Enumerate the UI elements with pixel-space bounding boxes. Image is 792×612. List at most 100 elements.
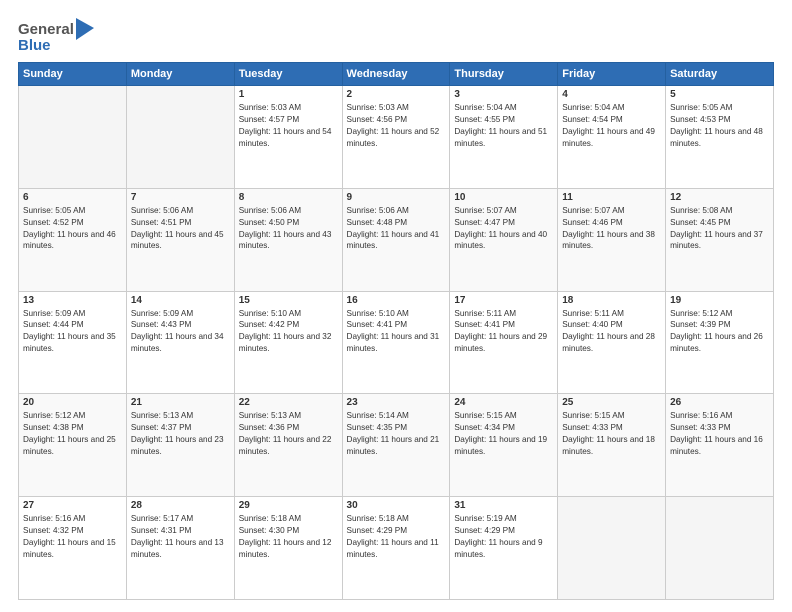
calendar-cell: 2 Sunrise: 5:03 AM Sunset: 4:56 PM Daylig… [342, 86, 450, 189]
day-info: Sunrise: 5:18 AM Sunset: 4:29 PM Dayligh… [347, 513, 446, 561]
calendar-cell: 21Sunrise: 5:13 AM Sunset: 4:37 PM Dayli… [126, 394, 234, 497]
calendar-week-row: 6Sunrise: 5:05 AM Sunset: 4:52 PM Daylig… [19, 188, 774, 291]
calendar-cell: 25 Sunrise: 5:15 AM Sunset: 4:33 PM Dayli… [558, 394, 666, 497]
day-number: 18 [562, 295, 661, 306]
day-info: Sunrise: 5:09 AM Sunset: 4:44 PM Dayligh… [23, 308, 122, 356]
day-info: Sunrise: 5:05 AM Sunset: 4:53 PM Dayligh… [670, 102, 769, 150]
day-info: Sunrise: 5:12 AM Sunset: 4:39 PM Dayligh… [670, 308, 769, 356]
calendar-cell [19, 86, 127, 189]
calendar-cell: 18 Sunrise: 5:11 AM Sunset: 4:40 PM Dayli… [558, 291, 666, 394]
calendar-cell: 8 Sunrise: 5:06 AM Sunset: 4:50 PM Daylig… [234, 188, 342, 291]
weekday-header: Thursday [450, 63, 558, 86]
calendar-cell: 17Sunrise: 5:11 AM Sunset: 4:41 PM Dayli… [450, 291, 558, 394]
day-number: 25 [562, 397, 661, 408]
calendar-cell: 14 Sunrise: 5:09 AM Sunset: 4:43 PM Dayli… [126, 291, 234, 394]
day-number: 5 [670, 89, 769, 100]
calendar-cell: 11Sunrise: 5:07 AM Sunset: 4:46 PM Dayli… [558, 188, 666, 291]
calendar-week-row: 27 Sunrise: 5:16 AM Sunset: 4:32 PM Dayli… [19, 497, 774, 600]
day-number: 27 [23, 500, 122, 511]
day-info: Sunrise: 5:10 AM Sunset: 4:41 PM Dayligh… [347, 308, 446, 356]
day-info: Sunrise: 5:14 AM Sunset: 4:35 PM Dayligh… [347, 410, 446, 458]
calendar-week-row: 13 Sunrise: 5:09 AM Sunset: 4:44 PM Dayli… [19, 291, 774, 394]
calendar-cell: 4 Sunrise: 5:04 AM Sunset: 4:54 PM Daylig… [558, 86, 666, 189]
day-info: Sunrise: 5:08 AM Sunset: 4:45 PM Dayligh… [670, 205, 769, 253]
day-number: 17 [454, 295, 553, 306]
day-info: Sunrise: 5:09 AM Sunset: 4:43 PM Dayligh… [131, 308, 230, 356]
day-number: 29 [239, 500, 338, 511]
day-info: Sunrise: 5:06 AM Sunset: 4:51 PM Dayligh… [131, 205, 230, 253]
day-info: Sunrise: 5:06 AM Sunset: 4:50 PM Dayligh… [239, 205, 338, 253]
calendar-cell: 7 Sunrise: 5:06 AM Sunset: 4:51 PM Daylig… [126, 188, 234, 291]
calendar-cell: 3 Sunrise: 5:04 AM Sunset: 4:55 PM Daylig… [450, 86, 558, 189]
calendar-cell: 30 Sunrise: 5:18 AM Sunset: 4:29 PM Dayli… [342, 497, 450, 600]
day-number: 4 [562, 89, 661, 100]
calendar-cell: 26 Sunrise: 5:16 AM Sunset: 4:33 PM Dayli… [666, 394, 774, 497]
calendar-cell: 6Sunrise: 5:05 AM Sunset: 4:52 PM Daylig… [19, 188, 127, 291]
logo-triangle-icon [76, 18, 94, 40]
page: General Blue SundayMondayTuesdayWednesda… [0, 0, 792, 612]
day-info: Sunrise: 5:07 AM Sunset: 4:47 PM Dayligh… [454, 205, 553, 253]
day-info: Sunrise: 5:13 AM Sunset: 4:36 PM Dayligh… [239, 410, 338, 458]
day-info: Sunrise: 5:04 AM Sunset: 4:55 PM Dayligh… [454, 102, 553, 150]
day-info: Sunrise: 5:11 AM Sunset: 4:40 PM Dayligh… [562, 308, 661, 356]
calendar-cell: 20 Sunrise: 5:12 AM Sunset: 4:38 PM Dayli… [19, 394, 127, 497]
day-number: 30 [347, 500, 446, 511]
calendar-cell [666, 497, 774, 600]
calendar-cell: 19 Sunrise: 5:12 AM Sunset: 4:39 PM Dayli… [666, 291, 774, 394]
day-info: Sunrise: 5:04 AM Sunset: 4:54 PM Dayligh… [562, 102, 661, 150]
calendar-week-row: 1 Sunrise: 5:03 AM Sunset: 4:57 PM Daylig… [19, 86, 774, 189]
calendar-cell [126, 86, 234, 189]
calendar-week-row: 20 Sunrise: 5:12 AM Sunset: 4:38 PM Dayli… [19, 394, 774, 497]
day-number: 15 [239, 295, 338, 306]
day-info: Sunrise: 5:16 AM Sunset: 4:33 PM Dayligh… [670, 410, 769, 458]
day-number: 14 [131, 295, 230, 306]
day-number: 26 [670, 397, 769, 408]
day-number: 8 [239, 192, 338, 203]
day-info: Sunrise: 5:13 AM Sunset: 4:37 PM Dayligh… [131, 410, 230, 458]
weekday-header: Tuesday [234, 63, 342, 86]
logo-general: General [18, 21, 74, 38]
day-info: Sunrise: 5:16 AM Sunset: 4:32 PM Dayligh… [23, 513, 122, 561]
calendar-cell: 10 Sunrise: 5:07 AM Sunset: 4:47 PM Dayli… [450, 188, 558, 291]
day-info: Sunrise: 5:06 AM Sunset: 4:48 PM Dayligh… [347, 205, 446, 253]
calendar-cell: 12Sunrise: 5:08 AM Sunset: 4:45 PM Dayli… [666, 188, 774, 291]
calendar-cell: 16 Sunrise: 5:10 AM Sunset: 4:41 PM Dayli… [342, 291, 450, 394]
day-number: 1 [239, 89, 338, 100]
weekday-header: Wednesday [342, 63, 450, 86]
day-number: 10 [454, 192, 553, 203]
day-number: 28 [131, 500, 230, 511]
day-number: 13 [23, 295, 122, 306]
calendar-cell: 29 Sunrise: 5:18 AM Sunset: 4:30 PM Dayli… [234, 497, 342, 600]
day-number: 6 [23, 192, 122, 203]
day-number: 7 [131, 192, 230, 203]
header: General Blue [18, 18, 774, 54]
day-number: 22 [239, 397, 338, 408]
day-info: Sunrise: 5:15 AM Sunset: 4:33 PM Dayligh… [562, 410, 661, 458]
calendar-cell: 27 Sunrise: 5:16 AM Sunset: 4:32 PM Dayli… [19, 497, 127, 600]
calendar-cell: 1 Sunrise: 5:03 AM Sunset: 4:57 PM Daylig… [234, 86, 342, 189]
weekday-header: Sunday [19, 63, 127, 86]
day-number: 9 [347, 192, 446, 203]
weekday-header: Monday [126, 63, 234, 86]
calendar-cell: 15 Sunrise: 5:10 AM Sunset: 4:42 PM Dayli… [234, 291, 342, 394]
day-number: 31 [454, 500, 553, 511]
calendar-cell: 5 Sunrise: 5:05 AM Sunset: 4:53 PM Daylig… [666, 86, 774, 189]
day-number: 2 [347, 89, 446, 100]
day-number: 20 [23, 397, 122, 408]
day-info: Sunrise: 5:10 AM Sunset: 4:42 PM Dayligh… [239, 308, 338, 356]
day-info: Sunrise: 5:03 AM Sunset: 4:57 PM Dayligh… [239, 102, 338, 150]
day-number: 19 [670, 295, 769, 306]
calendar-cell [558, 497, 666, 600]
calendar-cell: 22 Sunrise: 5:13 AM Sunset: 4:36 PM Dayli… [234, 394, 342, 497]
day-info: Sunrise: 5:18 AM Sunset: 4:30 PM Dayligh… [239, 513, 338, 561]
calendar-cell: 9 Sunrise: 5:06 AM Sunset: 4:48 PM Daylig… [342, 188, 450, 291]
day-info: Sunrise: 5:12 AM Sunset: 4:38 PM Dayligh… [23, 410, 122, 458]
calendar-cell: 23Sunrise: 5:14 AM Sunset: 4:35 PM Dayli… [342, 394, 450, 497]
day-number: 16 [347, 295, 446, 306]
weekday-header: Saturday [666, 63, 774, 86]
day-number: 11 [562, 192, 661, 203]
day-info: Sunrise: 5:15 AM Sunset: 4:34 PM Dayligh… [454, 410, 553, 458]
day-info: Sunrise: 5:03 AM Sunset: 4:56 PM Dayligh… [347, 102, 446, 150]
logo: General Blue [18, 18, 94, 54]
day-number: 3 [454, 89, 553, 100]
